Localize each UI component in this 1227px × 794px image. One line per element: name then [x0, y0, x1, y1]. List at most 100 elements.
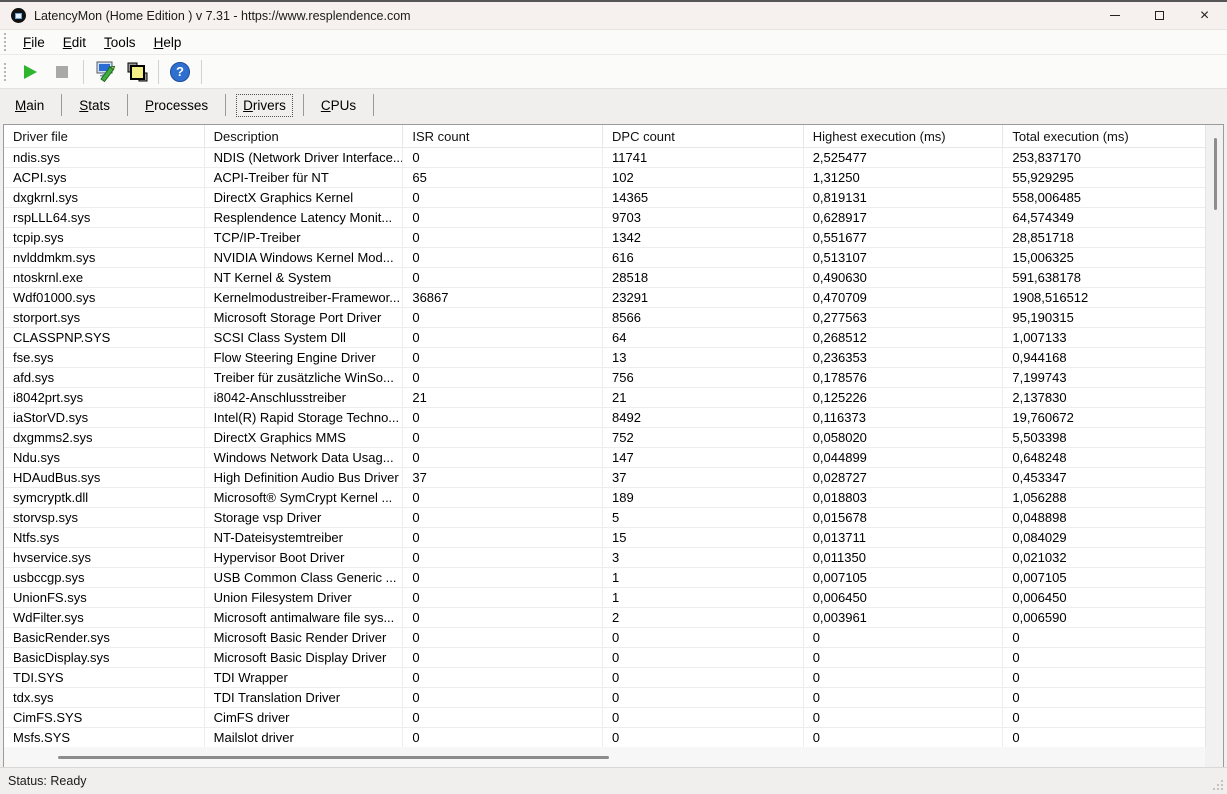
column-header-3[interactable]: DPC count	[603, 125, 804, 148]
table-row[interactable]: storport.sysMicrosoft Storage Port Drive…	[4, 308, 1205, 328]
menu-item-edit[interactable]: Edit	[54, 32, 95, 53]
table-row[interactable]: rspLLL64.sysResplendence Latency Monit..…	[4, 208, 1205, 228]
table-row[interactable]: BasicDisplay.sysMicrosoft Basic Display …	[4, 648, 1205, 668]
table-row[interactable]: afd.sysTreiber für zusätzliche WinSo...0…	[4, 368, 1205, 388]
tab-processes[interactable]: Processes	[138, 94, 215, 117]
table-cell: 0	[804, 728, 1004, 747]
table-row[interactable]: HDAudBus.sysHigh Definition Audio Bus Dr…	[4, 468, 1205, 488]
table-row[interactable]: Msfs.SYSMailslot driver0000	[4, 728, 1205, 747]
tab-separator	[373, 94, 374, 116]
title-bar: LatencyMon (Home Edition ) v 7.31 - http…	[0, 2, 1227, 29]
table-cell: 23291	[603, 288, 804, 308]
table-cell: Wdf01000.sys	[4, 288, 205, 308]
table-cell: 7,199743	[1003, 368, 1205, 388]
tool-options-button[interactable]	[91, 59, 119, 85]
column-header-2[interactable]: ISR count	[403, 125, 603, 148]
table-cell: 0	[403, 548, 603, 568]
table-cell: 0	[403, 208, 603, 228]
table-cell: 189	[603, 488, 804, 508]
vertical-scrollbar-thumb[interactable]	[1214, 138, 1217, 210]
table-cell: 0,015678	[804, 508, 1004, 528]
table-row[interactable]: usbccgp.sysUSB Common Class Generic ...0…	[4, 568, 1205, 588]
table-cell: Microsoft Basic Display Driver	[205, 648, 404, 668]
table-row[interactable]: ntoskrnl.exeNT Kernel & System0285180,49…	[4, 268, 1205, 288]
table-cell: 0,011350	[804, 548, 1004, 568]
table-row[interactable]: hvservice.sysHypervisor Boot Driver030,0…	[4, 548, 1205, 568]
table-row[interactable]: iaStorVD.sysIntel(R) Rapid Storage Techn…	[4, 408, 1205, 428]
table-cell: 21	[403, 388, 603, 408]
table-row[interactable]: tdx.sysTDI Translation Driver0000	[4, 688, 1205, 708]
table-row[interactable]: BasicRender.sysMicrosoft Basic Render Dr…	[4, 628, 1205, 648]
column-header-1[interactable]: Description	[205, 125, 404, 148]
table-cell: 0	[403, 428, 603, 448]
minimize-button[interactable]	[1092, 2, 1137, 29]
table-cell: 0,006450	[804, 588, 1004, 608]
tab-drivers[interactable]: Drivers	[236, 94, 293, 117]
table-cell: NDIS (Network Driver Interface...	[205, 148, 404, 168]
table-cell: 0	[603, 648, 804, 668]
horizontal-scrollbar-thumb[interactable]	[58, 756, 609, 759]
table-cell: usbccgp.sys	[4, 568, 205, 588]
tab-separator	[303, 94, 304, 116]
table-row[interactable]: dxgmms2.sysDirectX Graphics MMS07520,058…	[4, 428, 1205, 448]
table-cell: 21	[603, 388, 804, 408]
table-row[interactable]: CLASSPNP.SYSSCSI Class System Dll0640,26…	[4, 328, 1205, 348]
table-row[interactable]: dxgkrnl.sysDirectX Graphics Kernel014365…	[4, 188, 1205, 208]
table-row[interactable]: ACPI.sysACPI-Treiber für NT651021,312505…	[4, 168, 1205, 188]
table-cell: 28,851718	[1003, 228, 1205, 248]
table-cell: High Definition Audio Bus Driver	[205, 468, 404, 488]
table-cell: 2	[603, 608, 804, 628]
table-row[interactable]: nvlddmkm.sysNVIDIA Windows Kernel Mod...…	[4, 248, 1205, 268]
table-cell: HDAudBus.sys	[4, 468, 205, 488]
table-row[interactable]: Ndu.sysWindows Network Data Usag...01470…	[4, 448, 1205, 468]
maximize-button[interactable]	[1137, 2, 1182, 29]
tab-main[interactable]: Main	[8, 94, 51, 117]
table-cell: afd.sys	[4, 368, 205, 388]
close-button[interactable]: ×	[1182, 2, 1227, 29]
table-cell: 0	[403, 408, 603, 428]
help-button[interactable]: ?	[166, 59, 194, 85]
table-row[interactable]: UnionFS.sysUnion Filesystem Driver010,00…	[4, 588, 1205, 608]
table-row[interactable]: storvsp.sysStorage vsp Driver050,0156780…	[4, 508, 1205, 528]
vertical-scrollbar[interactable]	[1205, 125, 1223, 747]
table-cell: 0	[403, 148, 603, 168]
column-header-0[interactable]: Driver file	[4, 125, 205, 148]
table-cell: 2,137830	[1003, 388, 1205, 408]
stop-monitor-button[interactable]	[48, 59, 76, 85]
table-cell: 0,003961	[804, 608, 1004, 628]
table-cell: 8566	[603, 308, 804, 328]
table-cell: 0	[804, 668, 1004, 688]
table-cell: Microsoft Basic Render Driver	[205, 628, 404, 648]
table-cell: 1	[603, 588, 804, 608]
table-row[interactable]: CimFS.SYSCimFS driver0000	[4, 708, 1205, 728]
table-row[interactable]: TDI.SYSTDI Wrapper0000	[4, 668, 1205, 688]
table-cell: Intel(R) Rapid Storage Techno...	[205, 408, 404, 428]
tab-strip: Main Stats Processes Drivers CPUs	[0, 89, 1227, 121]
tab-stats[interactable]: Stats	[72, 94, 117, 117]
table-cell: 0,044899	[804, 448, 1004, 468]
report-button[interactable]	[123, 59, 151, 85]
table-row[interactable]: fse.sysFlow Steering Engine Driver0130,2…	[4, 348, 1205, 368]
resize-grip-icon[interactable]	[1221, 788, 1223, 790]
table-row[interactable]: WdFilter.sysMicrosoft antimalware file s…	[4, 608, 1205, 628]
table-cell: Kernelmodustreiber-Framewor...	[205, 288, 404, 308]
toolbar-gripper[interactable]	[4, 63, 8, 81]
table-cell: DirectX Graphics Kernel	[205, 188, 404, 208]
menubar-gripper[interactable]	[4, 33, 8, 51]
table-row[interactable]: tcpip.sysTCP/IP-Treiber013420,55167728,8…	[4, 228, 1205, 248]
table-row[interactable]: symcryptk.dllMicrosoft® SymCrypt Kernel …	[4, 488, 1205, 508]
menu-item-tools[interactable]: Tools	[95, 32, 145, 53]
menu-item-file[interactable]: File	[14, 32, 54, 53]
table-row[interactable]: ndis.sysNDIS (Network Driver Interface..…	[4, 148, 1205, 168]
table-row[interactable]: Wdf01000.sysKernelmodustreiber-Framewor.…	[4, 288, 1205, 308]
horizontal-scrollbar[interactable]	[4, 747, 1205, 767]
menu-item-help[interactable]: Help	[145, 32, 191, 53]
start-monitor-button[interactable]	[16, 59, 44, 85]
column-header-5[interactable]: Total execution (ms)	[1003, 125, 1205, 148]
tab-cpus[interactable]: CPUs	[314, 94, 363, 117]
column-header-4[interactable]: Highest execution (ms)	[804, 125, 1004, 148]
table-cell: i8042-Anschlusstreiber	[205, 388, 404, 408]
table-row[interactable]: Ntfs.sysNT-Dateisystemtreiber0150,013711…	[4, 528, 1205, 548]
table-cell: Microsoft Storage Port Driver	[205, 308, 404, 328]
table-row[interactable]: i8042prt.sysi8042-Anschlusstreiber21210,…	[4, 388, 1205, 408]
